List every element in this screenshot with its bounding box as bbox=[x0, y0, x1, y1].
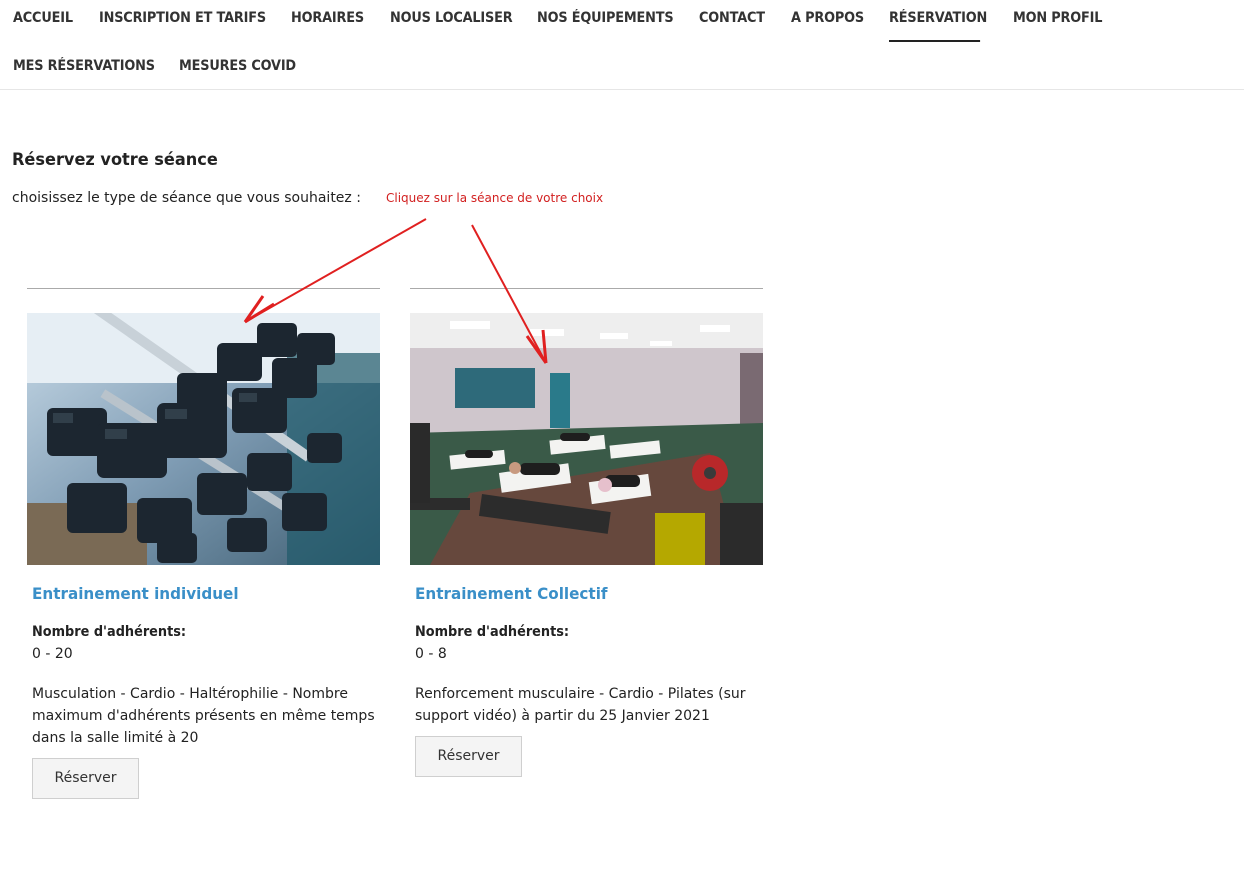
members-range: 0 - 8 bbox=[415, 646, 447, 662]
members-label: Nombre d'adhérents: bbox=[415, 624, 570, 640]
main-nav: ACCUEIL INSCRIPTION ET TARIFS HORAIRES N… bbox=[0, 0, 1244, 90]
nav-item-mon-profil[interactable]: MON PROFIL bbox=[1013, 0, 1102, 36]
nav-item-horaires[interactable]: HORAIRES bbox=[291, 0, 364, 36]
nav-item-mesures-covid[interactable]: MESURES COVID bbox=[179, 48, 296, 84]
nav-item-reservation[interactable]: RÉSERVATION bbox=[889, 0, 987, 42]
reserve-button[interactable]: Réserver bbox=[415, 736, 522, 777]
card-description: Renforcement musculaire - Cardio - Pilat… bbox=[415, 686, 746, 724]
nav-item-mes-reservations[interactable]: MES RÉSERVATIONS bbox=[13, 48, 155, 84]
group-class-image[interactable] bbox=[410, 313, 763, 565]
card-divider bbox=[410, 288, 763, 289]
members-range: 0 - 20 bbox=[32, 646, 73, 662]
card-description: Musculation - Cardio - Haltérophilie - N… bbox=[32, 686, 375, 746]
nav-item-a-propos[interactable]: A PROPOS bbox=[791, 0, 864, 36]
card-title[interactable]: Entrainement individuel bbox=[32, 584, 239, 603]
nav-item-localiser[interactable]: NOUS LOCALISER bbox=[390, 0, 513, 36]
nav-item-inscription[interactable]: INSCRIPTION ET TARIFS bbox=[99, 0, 266, 36]
reserve-button[interactable]: Réserver bbox=[32, 758, 139, 799]
card-title[interactable]: Entrainement Collectif bbox=[415, 584, 608, 603]
nav-item-accueil[interactable]: ACCUEIL bbox=[13, 0, 73, 36]
nav-item-contact[interactable]: CONTACT bbox=[699, 0, 765, 36]
card-divider bbox=[27, 288, 380, 289]
arrow-to-card-1 bbox=[243, 218, 427, 324]
dumbbell-rack-image[interactable] bbox=[27, 313, 380, 565]
page-subtitle: choisissez le type de séance que vous so… bbox=[12, 190, 361, 206]
members-label: Nombre d'adhérents: bbox=[32, 624, 187, 640]
nav-item-equipements[interactable]: NOS ÉQUIPEMENTS bbox=[537, 0, 674, 36]
page-title: Réservez votre séance bbox=[12, 150, 218, 170]
annotation-text: Cliquez sur la séance de votre choix bbox=[386, 191, 604, 205]
